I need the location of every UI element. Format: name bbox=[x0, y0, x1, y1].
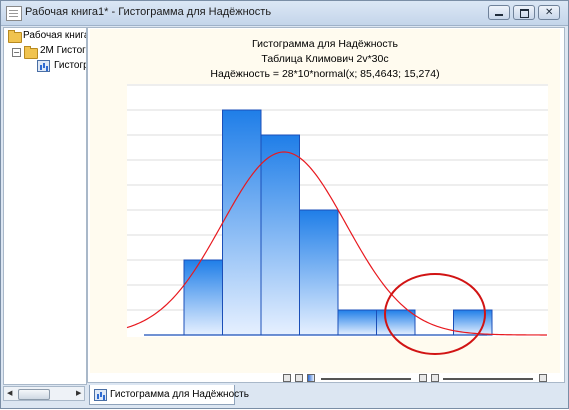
zoom-slider-track[interactable] bbox=[321, 378, 411, 380]
sheet-tab-bar: Гистограмма для Надёжность bbox=[87, 385, 565, 407]
tab-histogram[interactable]: Гистограмма для Надёжность bbox=[89, 385, 249, 405]
histogram-chart bbox=[126, 84, 548, 355]
histogram-bar bbox=[222, 109, 262, 336]
histogram-bar bbox=[337, 309, 377, 336]
page-left-icon[interactable] bbox=[419, 374, 427, 382]
histogram-bar bbox=[299, 209, 339, 336]
app-window: Рабочая книга1* - Гистограмма для Надёжн… bbox=[0, 0, 569, 409]
scroll-slider-track[interactable] bbox=[443, 378, 533, 380]
histogram-bar bbox=[183, 259, 223, 336]
histogram-bar bbox=[260, 134, 300, 336]
graph-toolbar bbox=[281, 373, 561, 385]
page-right-icon[interactable] bbox=[431, 374, 439, 382]
zoom-tool-icon[interactable] bbox=[283, 374, 291, 382]
color-tool-icon[interactable] bbox=[307, 374, 315, 382]
expand-icon[interactable] bbox=[539, 374, 547, 382]
brush-tool-icon[interactable] bbox=[295, 374, 303, 382]
histogram-bar bbox=[376, 309, 416, 336]
chart-tab-icon bbox=[94, 389, 107, 401]
tab-histogram-label: Гистограмма для Надёжность bbox=[110, 389, 249, 400]
